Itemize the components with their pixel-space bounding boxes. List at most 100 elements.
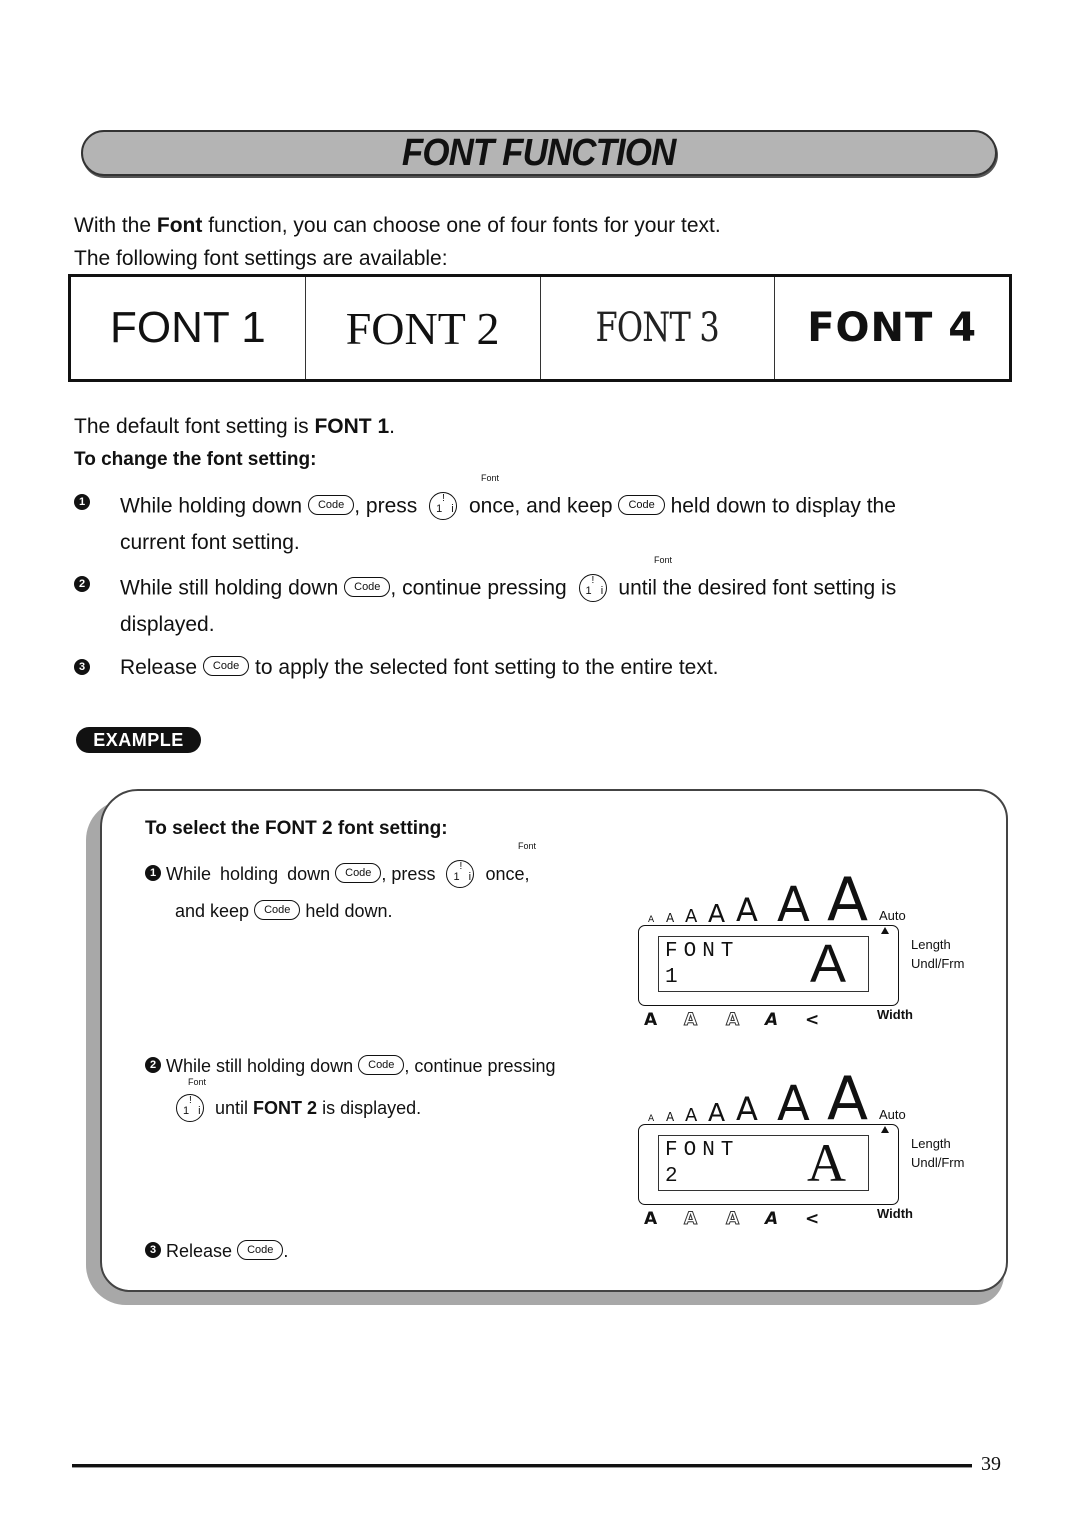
default-text: The default font setting is [74, 415, 315, 438]
size-indicator: A [685, 1104, 698, 1126]
style-italic-indicator: A [765, 1010, 779, 1030]
style-outline-indicator: A [683, 1010, 698, 1031]
lcd-font-preview: A [809, 934, 846, 994]
step-number: 2 [145, 1057, 161, 1074]
step-text: While still holding down [120, 576, 339, 600]
step-2-line-2: displayed. [120, 613, 215, 636]
section-title-banner: FONT FUNCTION [81, 130, 997, 176]
step-1-line-2: current font setting. [120, 531, 300, 554]
step-number-3: 3 [74, 658, 90, 678]
step-text: While holding down [166, 863, 331, 884]
size-indicator-row: A A A A A A A [628, 1063, 918, 1134]
step-number: 1 [145, 865, 161, 881]
width-label: Width [877, 1007, 913, 1022]
size-indicator: A [648, 1113, 655, 1124]
lcd-line-1: FONT [665, 1139, 740, 1162]
font-sample-2: FONT 2 [345, 302, 500, 354]
indicator-arrow-icon [881, 927, 889, 934]
intro-bold: Font [156, 214, 203, 237]
width-label: Width [877, 1206, 913, 1221]
step-3-line: Release Code to apply the selected font … [120, 656, 719, 679]
step-text: , press [381, 863, 436, 884]
lcd-line-2: 2 [665, 1165, 678, 1188]
lcd-line-2: 1 [665, 966, 678, 989]
style-italic-indicator: A [765, 1209, 779, 1229]
code-key-icon: Code [237, 1240, 284, 1261]
default-font-note: The default font setting is FONT 1. [74, 416, 395, 437]
style-indicator-row: A A A A < [638, 1209, 918, 1230]
auto-label: Auto [879, 908, 906, 923]
example-step-1-line-2: and keep Code held down. [175, 900, 393, 922]
code-key-icon: Code [307, 495, 355, 515]
intro-line-1: With the Font function, you can choose o… [74, 215, 721, 236]
step-text: Release [166, 1241, 233, 1261]
style-vertical-indicator: < [805, 1209, 820, 1229]
default-text: . [389, 415, 395, 438]
step-text: While still holding down [166, 1056, 354, 1076]
example-step-2-line-1: 2 While still holding down Code, continu… [145, 1055, 556, 1077]
step-text: once, and keep [468, 494, 613, 518]
step-text: held down to display the [670, 494, 896, 518]
size-indicator: A [736, 891, 758, 930]
font-sample-cell-2: FONT 2 [306, 277, 541, 379]
size-indicator: A [777, 876, 810, 933]
size-indicator: A [708, 1098, 726, 1127]
style-bold-indicator: A [644, 1209, 658, 1229]
step-text: , press [354, 494, 418, 518]
step-number-2: 2 [74, 575, 90, 595]
step-text: to apply the selected font setting to th… [255, 656, 719, 679]
step-text: , continue pressing [390, 576, 567, 600]
step-text: . [283, 1241, 289, 1261]
step-text: held down. [305, 901, 393, 921]
default-bold: FONT 1 [314, 415, 390, 438]
step-2-line-1: While still holding down Code, continue … [120, 574, 896, 604]
code-key-icon: Code [618, 495, 665, 515]
font-key-icon: ! 1 i [440, 858, 480, 888]
size-indicator: A [666, 1110, 675, 1125]
font-sample-3: FONT 3 [595, 305, 720, 351]
size-indicator: A [827, 1064, 869, 1134]
intro-text: With the [74, 214, 157, 237]
step-text: once, [485, 863, 530, 884]
lcd-screen: FONT 2 A [658, 1135, 869, 1191]
size-indicator: A [827, 865, 869, 935]
font-key-icon: ! 1 i [423, 490, 463, 520]
footer-rule [72, 1464, 972, 1467]
intro-text: function, you can choose one of four fon… [202, 214, 721, 237]
undl-frm-label: Undl/Frm [911, 956, 965, 971]
size-indicator: A [648, 914, 655, 925]
step-bold: FONT 2 [253, 1097, 318, 1118]
length-label: Length [911, 937, 951, 952]
style-outline-indicator: A [683, 1209, 698, 1230]
step-text: until [215, 1097, 254, 1118]
code-key-icon: Code [254, 900, 301, 921]
style-shadow-indicator: A [725, 1010, 740, 1031]
font-key-icon: ! 1 i [170, 1092, 210, 1122]
step-text: until the desired font setting is [618, 576, 897, 600]
code-key-icon: Code [335, 863, 382, 883]
font-key-caption: Font [654, 555, 673, 565]
style-indicator-row: A A A A < [638, 1010, 918, 1031]
size-indicator: A [708, 899, 726, 928]
lcd-display-font-2: A A A A A A A Auto FONT 2 A Length Undl/… [628, 1063, 964, 1230]
font-sample-cell-1: FONT 1 [71, 277, 306, 379]
example-step-2-line-2: ! 1 i until FONT 2 is displayed. [170, 1094, 421, 1124]
lcd-font-preview: A [807, 1133, 846, 1193]
auto-label: Auto [879, 1107, 906, 1122]
step-text: , continue pressing [404, 1056, 556, 1076]
style-vertical-indicator: < [805, 1010, 820, 1030]
step-text: Release [120, 656, 198, 679]
indicator-arrow-icon [881, 1126, 889, 1133]
change-heading: To change the font setting: [74, 449, 317, 470]
example-badge: EXAMPLE [76, 727, 201, 753]
example-step-1-line-1: 1 While holding down Code, press ! 1 i on… [145, 860, 530, 890]
code-key-icon: Code [344, 577, 391, 597]
font-key-icon: ! 1 i [573, 572, 613, 602]
intro-line-2: The following font settings are availabl… [74, 247, 448, 270]
step-text: is displayed. [317, 1097, 422, 1118]
step-text: and keep [175, 901, 250, 921]
page-title: FONT FUNCTION [402, 131, 676, 174]
size-indicator: A [685, 905, 698, 927]
font-sample-4: FONT 4 [807, 305, 978, 351]
font-key-caption: Font [481, 473, 500, 483]
